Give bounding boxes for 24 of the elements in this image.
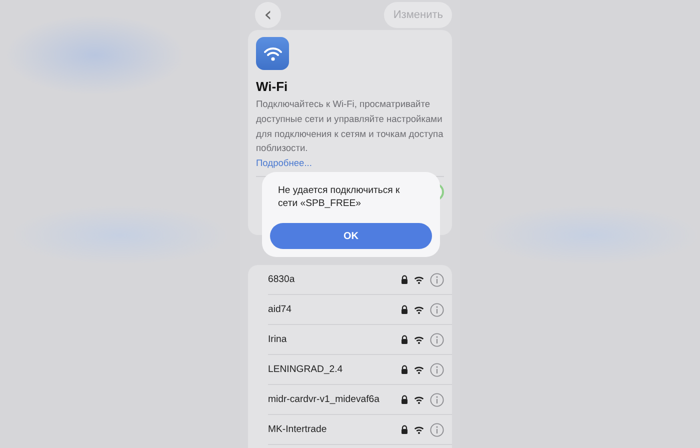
network-name[interactable]: MK-Intertrade (268, 424, 401, 436)
wifi-signal-icon (414, 396, 424, 404)
network-name[interactable]: Irina (268, 334, 401, 346)
wifi-icon (256, 37, 289, 70)
wifi-signal-icon (414, 306, 424, 314)
ok-button[interactable]: OK (270, 223, 432, 249)
back-button[interactable]: ‹ (255, 2, 281, 28)
info-icon[interactable] (430, 422, 444, 437)
network-name[interactable]: 6830a (268, 274, 401, 286)
network-name[interactable]: LENINGRAD_2.4 (268, 364, 401, 376)
wifi-signal-icon (414, 336, 424, 344)
network-name[interactable]: midr-cardvr-v1_midevaf6a (268, 394, 401, 406)
alert-message: Не удается подключиться к сети «SPB_FREE» (277, 184, 401, 210)
wifi-signal-icon (414, 426, 424, 434)
info-icon[interactable] (430, 272, 444, 287)
description-text: Подключайтесь к Wi-Fi, просматривайте доступные сети и управляйте настройками для подключения к сетям и точкам доступа поблизости. (256, 98, 444, 156)
network-name[interactable]: aid74 (268, 304, 401, 316)
info-icon[interactable] (430, 392, 444, 407)
info-icon[interactable] (430, 332, 444, 347)
info-icon[interactable] (430, 362, 444, 377)
info-icon[interactable] (430, 302, 444, 317)
wifi-signal-icon (414, 276, 424, 284)
wifi-signal-icon (414, 366, 424, 374)
page-title: Wi-Fi (256, 79, 289, 94)
